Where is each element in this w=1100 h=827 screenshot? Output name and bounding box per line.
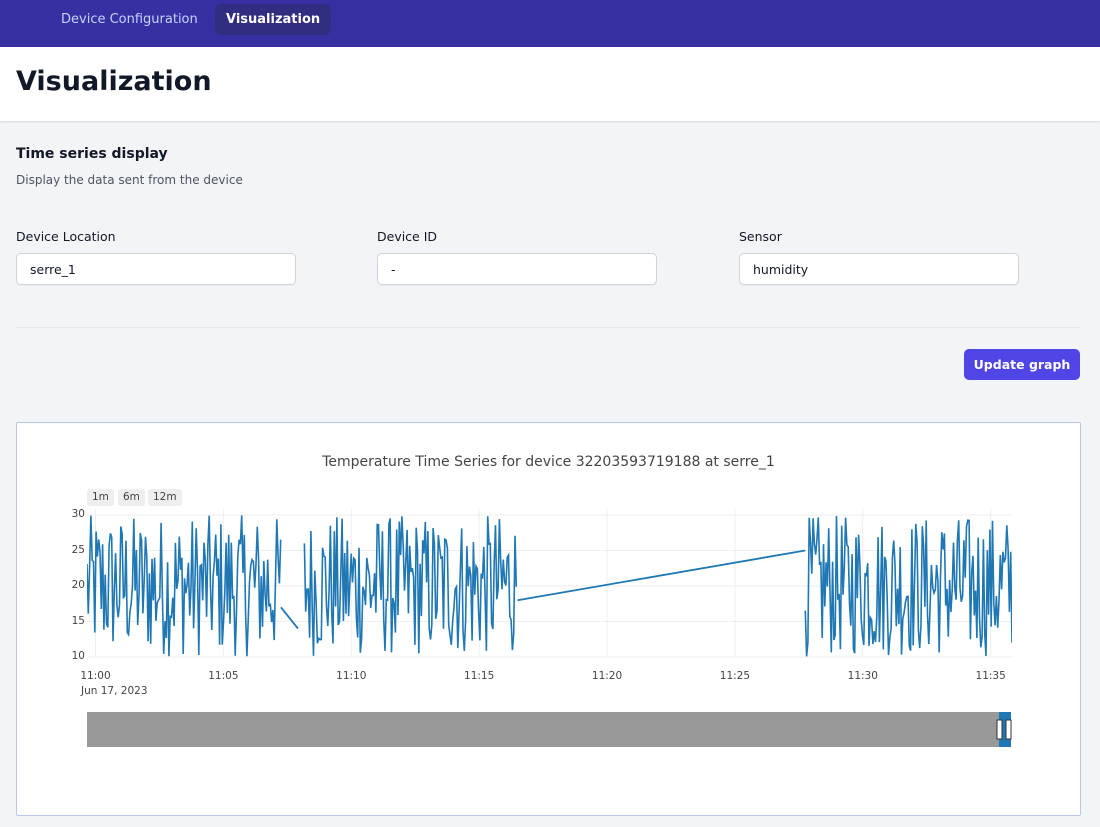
range-slider[interactable] [87, 711, 1017, 749]
x-tick-label: 11:05 [208, 670, 239, 682]
plot-area[interactable] [87, 509, 1012, 661]
range-slider-track [87, 712, 999, 747]
x-tick-label: 11:20 [591, 670, 623, 682]
chart-card: Temperature Time Series for device 32203… [16, 422, 1081, 816]
x-axis-date-label: Jun 17, 2023 [81, 685, 148, 697]
device-id-input[interactable] [377, 253, 657, 285]
y-tick-label: 25 [71, 543, 85, 556]
x-tick-label: 11:15 [464, 670, 495, 682]
sensor-input[interactable] [739, 253, 1019, 285]
y-tick-label: 20 [71, 579, 85, 591]
range-button-1m[interactable]: 1m [87, 489, 114, 506]
update-graph-button[interactable]: Update graph [964, 349, 1080, 380]
page-title: Visualization [16, 66, 212, 97]
device-location-label: Device Location [16, 229, 116, 244]
series-connector-1 [280, 606, 299, 630]
x-tick-label: 11:10 [336, 670, 367, 682]
section-title: Time series display [16, 146, 168, 162]
device-location-input[interactable] [16, 253, 296, 285]
x-tick-label: 11:35 [975, 670, 1006, 682]
range-button-6m[interactable]: 6m [118, 489, 145, 506]
y-tick-label: 30 [71, 508, 85, 520]
tab-device-configuration[interactable]: Device Configuration [50, 4, 209, 35]
range-slider-left-handle[interactable] [996, 719, 1003, 740]
range-button-12m[interactable]: 12m [148, 489, 182, 506]
y-tick-label: 15 [71, 614, 85, 627]
x-tick-label: 11:25 [719, 670, 751, 682]
section-subtitle: Display the data sent from the device [16, 173, 243, 187]
x-tick-label: 11:00 [80, 670, 111, 682]
sensor-label: Sensor [739, 229, 782, 244]
section-divider [16, 327, 1080, 328]
page-header: Visualization [0, 47, 1100, 121]
top-navbar: Device Configuration Visualization [0, 0, 1100, 47]
x-tick-label: 11:30 [847, 670, 878, 682]
series-connector-2 [517, 549, 806, 602]
range-slider-right-handle[interactable] [1005, 719, 1012, 740]
device-id-label: Device ID [377, 229, 438, 244]
chart-title: Temperature Time Series for device 32203… [322, 454, 775, 470]
y-tick-label: 10 [71, 650, 85, 662]
tab-visualization[interactable]: Visualization [215, 4, 332, 35]
